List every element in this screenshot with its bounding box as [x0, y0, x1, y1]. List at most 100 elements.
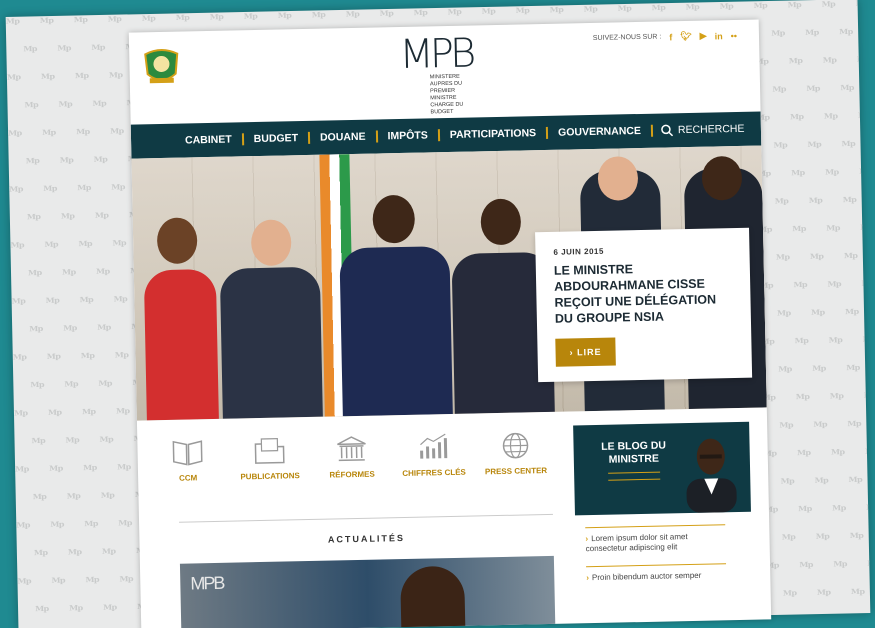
- pattern-mark: ᴹᵖ: [866, 502, 871, 519]
- pattern-mark: ᴹᵖ: [15, 464, 29, 480]
- pattern-mark: ᴹᵖ: [108, 70, 123, 86]
- pattern-mark: ᴹᵖ: [806, 83, 821, 100]
- pattern-mark: ᴹᵖ: [43, 183, 58, 200]
- nav-item-douane[interactable]: DOUANE: [309, 130, 378, 144]
- section-divider: [179, 513, 553, 523]
- pattern-mark: ᴹᵖ: [85, 575, 100, 591]
- pattern-mark: ᴹᵖ: [16, 520, 31, 536]
- flickr-icon[interactable]: ••: [731, 30, 738, 40]
- pattern-mark: ᴹᵖ: [97, 322, 111, 339]
- blog-banner[interactable]: LE BLOG DU MINISTRE: [573, 421, 751, 516]
- pattern-mark: ᴹᵖ: [91, 42, 106, 59]
- pattern-mark: ᴹᵖ: [772, 84, 787, 100]
- pattern-mark: ᴹᵖ: [829, 391, 844, 407]
- pattern-mark: ᴹᵖ: [549, 5, 564, 21]
- news-thumb-photo: [400, 565, 466, 628]
- pattern-mark: ᴹᵖ: [5, 16, 20, 32]
- pattern-mark: ᴹᵖ: [651, 3, 666, 19]
- blog-link-1-text: Lorem ipsum dolor sit amet consectetur a…: [585, 532, 688, 554]
- pattern-mark: ᴹᵖ: [99, 434, 114, 451]
- read-button[interactable]: › LIRE: [555, 337, 616, 367]
- pattern-mark: ᴹᵖ: [45, 295, 60, 312]
- pattern-mark: ᴹᵖ: [808, 195, 823, 212]
- hero-slider[interactable]: 6 JUIN 2015 LE MINISTRE ABDOURAHMANE CIS…: [131, 145, 767, 421]
- pattern-mark: ᴹᵖ: [13, 408, 28, 424]
- pattern-mark: ᴹᵖ: [34, 604, 49, 620]
- pattern-mark: ᴹᵖ: [855, 0, 870, 15]
- nav-item-budget[interactable]: BUDGET: [243, 131, 311, 146]
- nav-item-gouvernance[interactable]: GOUVERNANCE: [547, 124, 654, 139]
- quicklink-chiffres[interactable]: CHIFFRES CLÉS: [397, 432, 470, 479]
- pattern-mark: ᴹᵖ: [60, 211, 75, 227]
- search-button[interactable]: RECHERCHE: [661, 123, 745, 137]
- pattern-mark: ᴹᵖ: [858, 166, 871, 183]
- pattern-mark: ᴹᵖ: [31, 436, 46, 452]
- folder-icon: [254, 438, 285, 464]
- pattern-mark: ᴹᵖ: [98, 378, 113, 395]
- pattern-mark: ᴹᵖ: [821, 0, 836, 15]
- facebook-icon[interactable]: f: [669, 32, 672, 42]
- pattern-mark: ᴹᵖ: [44, 239, 59, 256]
- pattern-mark: ᴹᵖ: [795, 392, 810, 408]
- coat-of-arms-icon[interactable]: [139, 44, 184, 89]
- nav-item-impots[interactable]: IMPÔTS: [377, 129, 440, 143]
- news-thumb-logo: MPB: [190, 572, 224, 594]
- blog-link-2[interactable]: › Proin bibendum auctor semper: [586, 563, 727, 584]
- pattern-mark: ᴹᵖ: [846, 363, 860, 379]
- pattern-mark: ᴹᵖ: [95, 266, 110, 283]
- pattern-mark: ᴹᵖ: [771, 28, 785, 44]
- pattern-mark: ᴹᵖ: [102, 602, 117, 619]
- photo-person-2: [219, 266, 323, 419]
- hero-date: 6 JUIN 2015: [553, 246, 604, 257]
- quicklink-ccm[interactable]: CCM: [151, 437, 224, 484]
- pattern-mark: ᴹᵖ: [107, 14, 122, 30]
- quicklink-press[interactable]: PRESS CENTER: [479, 430, 552, 477]
- pattern-mark: ᴹᵖ: [778, 364, 792, 380]
- pattern-mark: ᴹᵖ: [413, 8, 428, 24]
- pattern-mark: ᴹᵖ: [9, 184, 24, 200]
- pattern-mark: ᴹᵖ: [719, 1, 734, 18]
- pattern-mark: ᴹᵖ: [481, 6, 496, 23]
- pattern-mark: ᴹᵖ: [118, 518, 133, 534]
- quicklink-ccm-label: CCM: [178, 473, 198, 483]
- pattern-mark: ᴹᵖ: [24, 100, 39, 116]
- logo-mark: MPB: [398, 30, 473, 78]
- pattern-mark: ᴹᵖ: [862, 334, 871, 351]
- search-label: RECHERCHE: [677, 122, 745, 137]
- linkedin-icon[interactable]: in: [715, 31, 723, 41]
- pattern-mark: ᴹᵖ: [773, 140, 788, 156]
- pattern-mark: ᴹᵖ: [810, 307, 825, 324]
- nav-item-participations[interactable]: PARTICIPATIONS: [439, 126, 549, 142]
- youtube-icon[interactable]: ▶: [700, 31, 707, 42]
- pattern-mark: ᴹᵖ: [209, 12, 224, 28]
- minister-portrait: [686, 438, 737, 513]
- logo-line-3: CHARGE DU BUDGET: [430, 101, 464, 116]
- pattern-mark: ᴹᵖ: [864, 446, 871, 463]
- hero-headline[interactable]: LE MINISTRE ABDOURAHMANE CISSE REÇOIT UN…: [554, 259, 733, 327]
- quicklink-publications[interactable]: PUBLICATIONS: [233, 435, 306, 482]
- pattern-mark: ᴹᵖ: [29, 324, 43, 340]
- chart-icon: [420, 433, 448, 459]
- blog-link-1[interactable]: › Lorem ipsum dolor sit amet consectetur …: [585, 524, 726, 555]
- pattern-mark: ᴹᵖ: [32, 492, 47, 508]
- pattern-mark: ᴹᵖ: [51, 575, 66, 592]
- social-bar: SUIVEZ-NOUS SUR : f 🐦︎ ▶ in ••: [593, 30, 737, 44]
- pattern-mark: ᴹᵖ: [792, 224, 807, 240]
- pattern-mark: ᴹᵖ: [11, 296, 26, 312]
- nav-item-cabinet[interactable]: CABINET: [174, 133, 244, 147]
- news-thumbnail[interactable]: MPB: [179, 555, 556, 628]
- pattern-mark: ᴹᵖ: [100, 490, 115, 507]
- pattern-mark: ᴹᵖ: [67, 547, 82, 563]
- quicklink-reformes[interactable]: RÉFORMES: [315, 433, 388, 480]
- pattern-mark: ᴹᵖ: [447, 7, 462, 23]
- pattern-mark: ᴹᵖ: [141, 13, 156, 30]
- pattern-mark: ᴹᵖ: [74, 71, 89, 87]
- pattern-mark: ᴹᵖ: [799, 560, 814, 576]
- blog-links: › Lorem ipsum dolor sit amet consectetur …: [585, 524, 746, 595]
- blog-title: LE BLOG DU MINISTRE: [601, 439, 667, 466]
- pattern-mark: ᴹᵖ: [112, 238, 127, 254]
- pattern-mark: ᴹᵖ: [842, 195, 857, 211]
- site-logo[interactable]: MPB MINISTERE AUPRES DU PREMIER MINISTRE…: [398, 30, 481, 117]
- pattern-mark: ᴹᵖ: [93, 154, 108, 171]
- twitter-icon[interactable]: 🐦︎: [680, 31, 692, 42]
